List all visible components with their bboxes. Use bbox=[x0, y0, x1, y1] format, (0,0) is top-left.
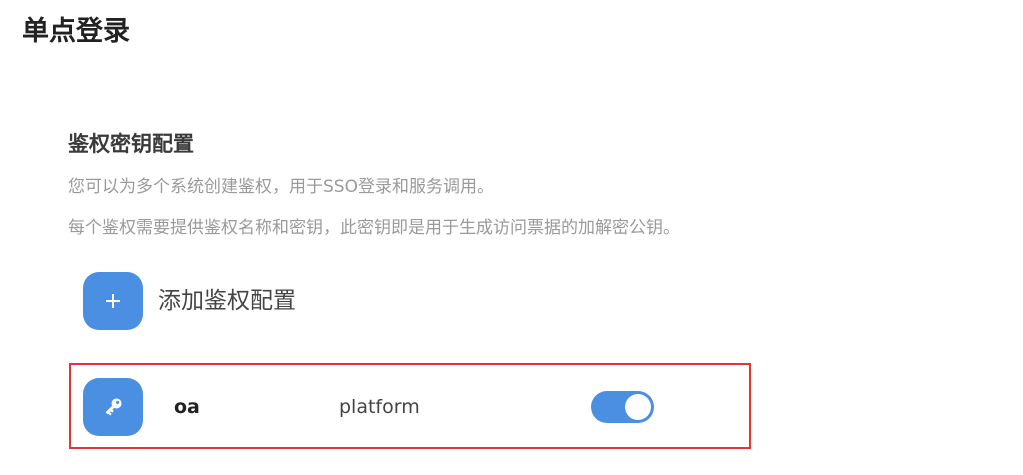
config-item-type: platform bbox=[339, 396, 420, 418]
config-item-name: oa bbox=[174, 396, 200, 418]
section-description-1: 您可以为多个系统创建鉴权，用于SSO登录和服务调用。 bbox=[68, 177, 494, 197]
plus-icon[interactable] bbox=[83, 272, 143, 330]
sso-page: 单点登录 鉴权密钥配置 您可以为多个系统创建鉴权，用于SSO登录和服务调用。 每… bbox=[0, 0, 1023, 475]
section-description-2: 每个鉴权需要提供鉴权名称和密钥，此密钥即是用于生成访问票据的加解密公钥。 bbox=[68, 218, 680, 238]
add-config-button[interactable]: 添加鉴权配置 bbox=[83, 272, 296, 330]
enabled-toggle[interactable] bbox=[591, 391, 654, 423]
key-icon bbox=[83, 378, 143, 436]
add-config-label[interactable]: 添加鉴权配置 bbox=[158, 285, 296, 317]
section-title: 鉴权密钥配置 bbox=[68, 132, 194, 156]
config-item-oa[interactable]: oa platform bbox=[69, 363, 751, 449]
toggle-knob bbox=[625, 394, 651, 420]
page-title: 单点登录 bbox=[22, 16, 130, 47]
